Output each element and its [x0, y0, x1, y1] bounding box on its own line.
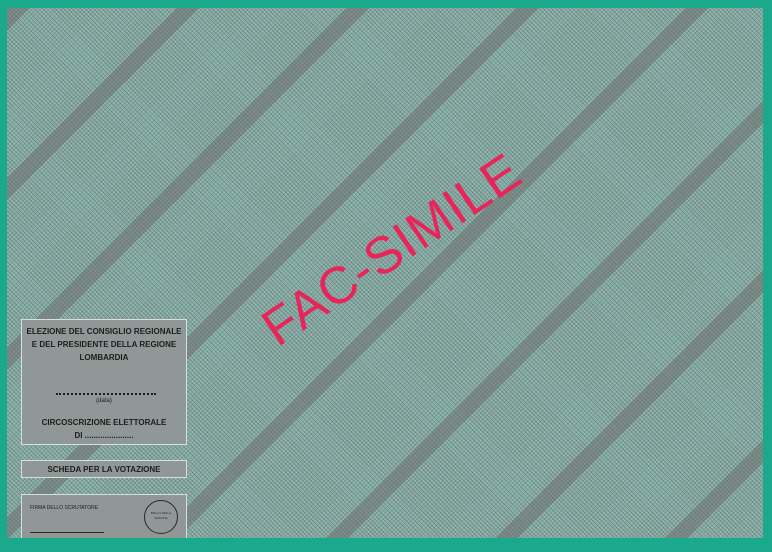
date-line — [56, 393, 156, 395]
seal-text: BOLLO DELLA SEZIONE — [150, 511, 172, 520]
signature-box: FIRMA DELLO SCRUTATORE BOLLO DELLA SEZIO… — [21, 494, 187, 538]
ballot-label-box: SCHEDA PER LA VOTAZIONE — [21, 460, 187, 478]
election-title-line3: LOMBARDIA — [79, 353, 129, 362]
section-seal-stamp: BOLLO DELLA SEZIONE — [144, 500, 178, 534]
date-label: (data) — [96, 398, 112, 404]
election-header-box: ELEZIONE DEL CONSIGLIO REGIONALE E DEL P… — [21, 319, 187, 445]
election-title-line1: ELEZIONE DEL CONSIGLIO REGIONALE — [26, 327, 182, 336]
signature-line — [30, 532, 104, 533]
fac-simile-watermark: FAC-SIMILE — [251, 142, 533, 358]
circoscrizione-label: CIRCOSCRIZIONE ELETTORALE — [41, 418, 167, 427]
circoscrizione-of: DI ...................... — [74, 431, 134, 440]
signature-label: FIRMA DELLO SCRUTATORE — [30, 505, 99, 511]
election-title-line2: E DEL PRESIDENTE DELLA REGIONE — [31, 340, 177, 349]
ballot-label: SCHEDA PER LA VOTAZIONE — [47, 465, 161, 474]
ballot-sheet: FAC-SIMILE ELEZIONE DEL CONSIGLIO REGION… — [7, 8, 763, 538]
election-title: ELEZIONE DEL CONSIGLIO REGIONALE E DEL P… — [22, 325, 186, 364]
